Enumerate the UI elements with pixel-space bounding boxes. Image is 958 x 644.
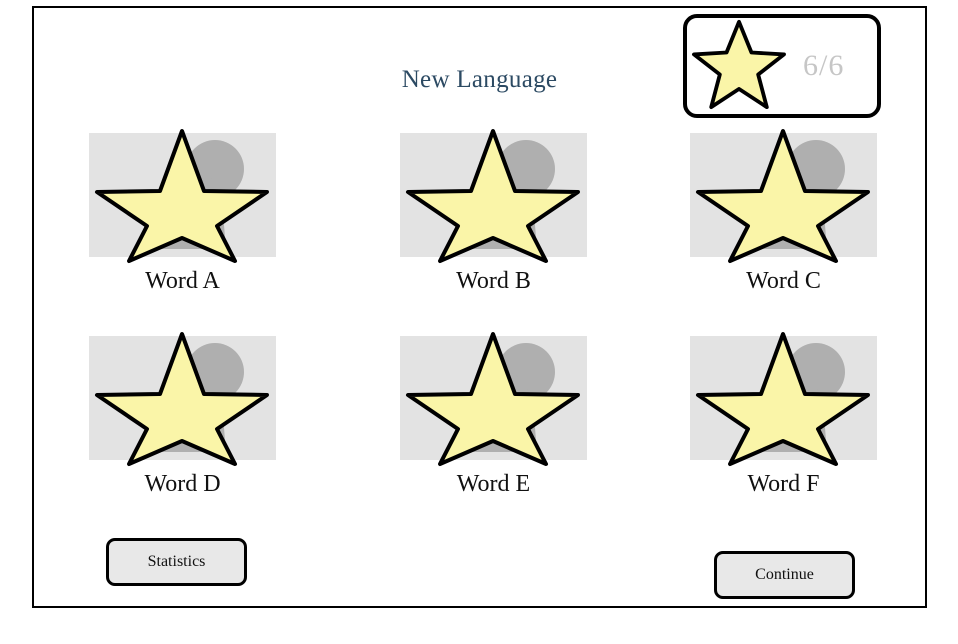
word-card-label: Word B: [456, 268, 531, 294]
continue-button[interactable]: Continue: [714, 551, 855, 599]
star-icon: [95, 332, 269, 466]
star-icon: [696, 332, 870, 466]
star-icon: [406, 129, 580, 263]
star-icon: [95, 129, 269, 263]
star-icon: [691, 18, 787, 110]
word-card-thumbnail[interactable]: [400, 332, 587, 466]
word-card-label: Word E: [456, 471, 531, 497]
word-card[interactable]: Word F: [690, 332, 877, 498]
star-icon: [406, 332, 580, 466]
word-card-label: Word C: [746, 268, 821, 294]
word-card[interactable]: Word E: [400, 332, 587, 498]
word-card-grid: Word A Word B Word C Word D Word E Word F: [34, 129, 925, 508]
word-card-thumbnail[interactable]: [89, 332, 276, 466]
word-card-label: Word A: [145, 268, 220, 294]
word-card-label: Word F: [747, 471, 820, 497]
word-card[interactable]: Word C: [690, 129, 877, 295]
word-card-thumbnail[interactable]: [89, 129, 276, 263]
star-icon: [696, 129, 870, 263]
app-window-frame: New Language 6/6 Word A Word B Word C Word …: [32, 6, 927, 608]
word-card-thumbnail[interactable]: [400, 129, 587, 263]
word-card[interactable]: Word D: [89, 332, 276, 498]
progress-badge[interactable]: 6/6: [683, 14, 881, 118]
statistics-button[interactable]: Statistics: [106, 538, 247, 586]
progress-count-label: 6/6: [803, 49, 845, 82]
word-card-label: Word D: [144, 471, 221, 497]
word-card-thumbnail[interactable]: [690, 332, 877, 466]
word-card[interactable]: Word A: [89, 129, 276, 295]
word-card-thumbnail[interactable]: [690, 129, 877, 263]
word-card[interactable]: Word B: [400, 129, 587, 295]
